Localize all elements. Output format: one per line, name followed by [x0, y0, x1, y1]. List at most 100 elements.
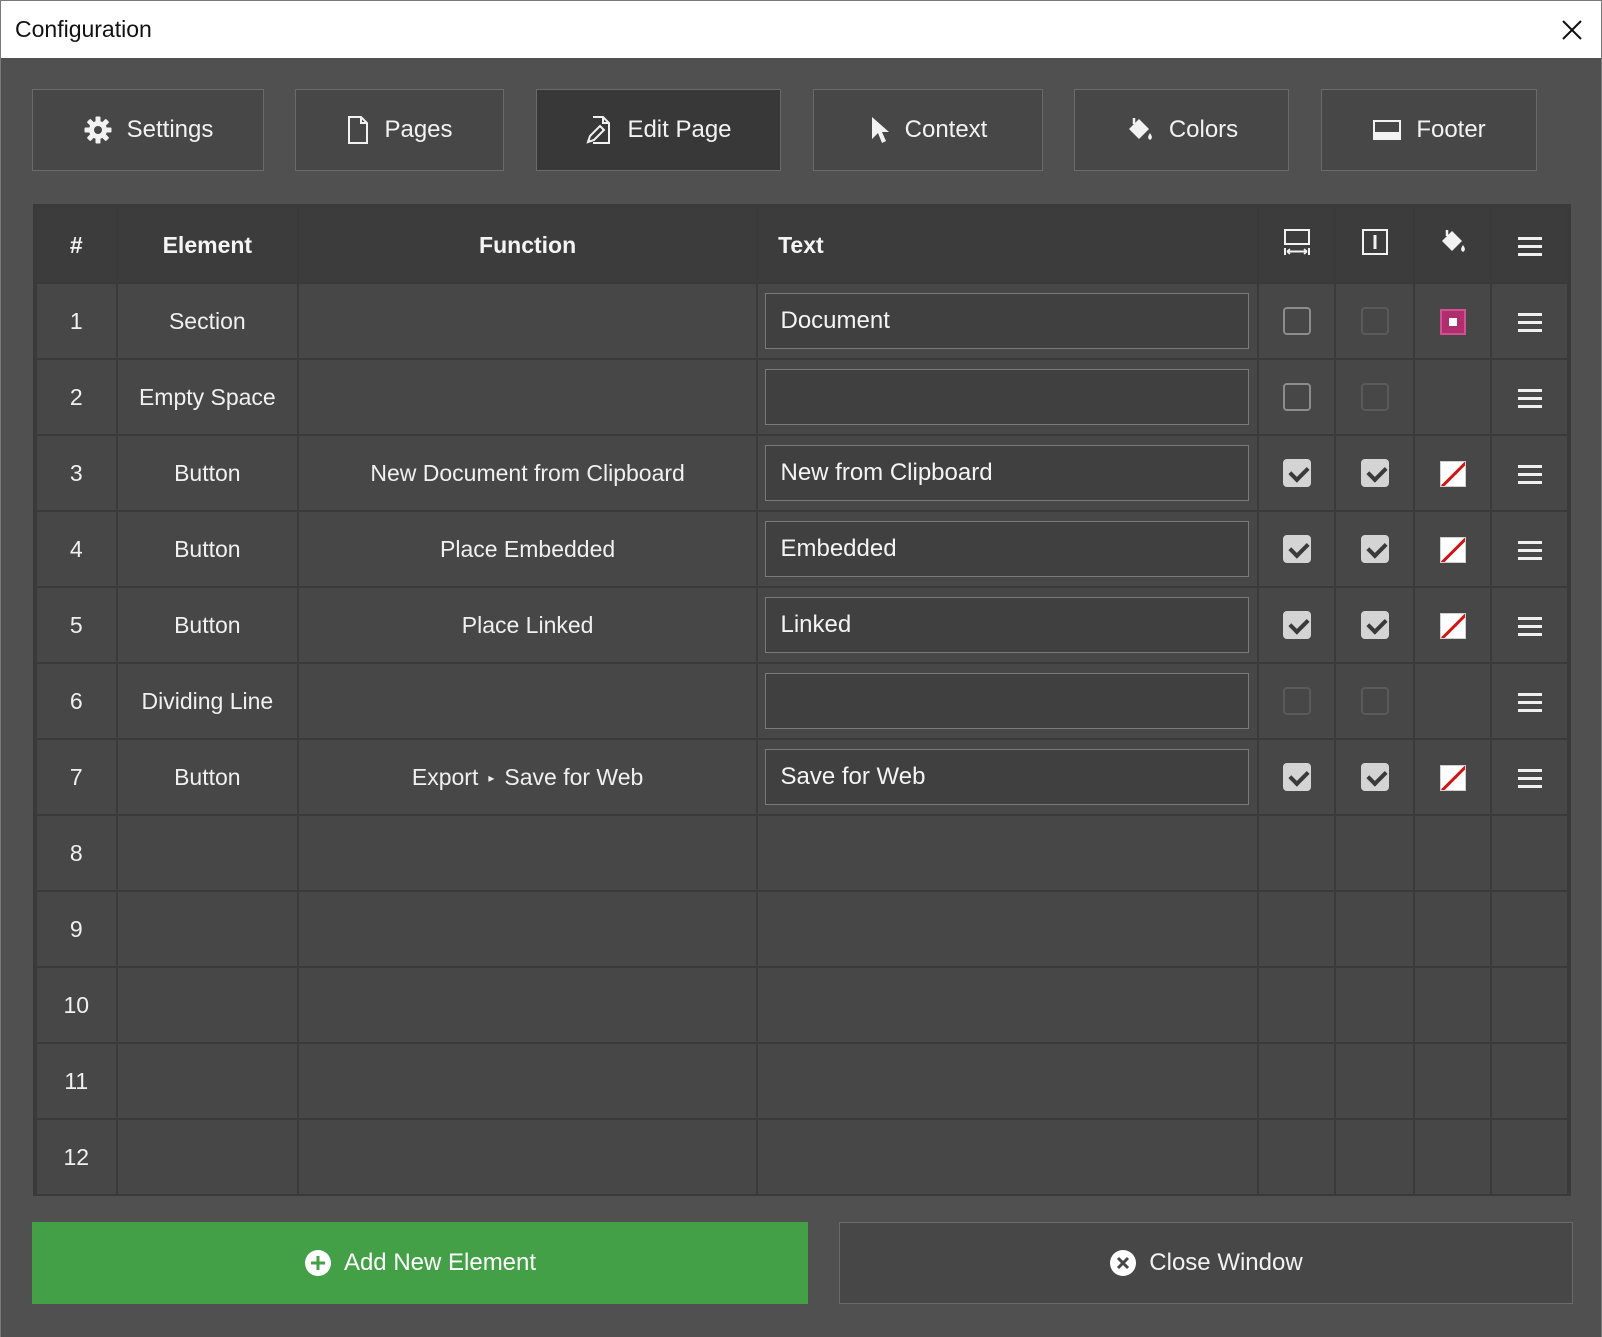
close-window-button[interactable]: Close Window	[839, 1222, 1573, 1304]
row-text-cell	[756, 662, 1259, 740]
row-menu-cell	[1490, 1118, 1569, 1196]
tab-settings[interactable]: Settings	[32, 89, 264, 171]
row-text-input[interactable]	[765, 673, 1250, 729]
row-text-input[interactable]	[765, 369, 1250, 425]
text-field-checkbox[interactable]	[1360, 535, 1389, 564]
full-width-checkbox[interactable]	[1282, 763, 1311, 792]
tab-label: Colors	[1168, 116, 1239, 143]
full-width-checkbox[interactable]	[1282, 383, 1311, 412]
row-text-field-cell	[1334, 434, 1415, 512]
tab-colors[interactable]: Colors	[1074, 89, 1289, 171]
row-color-cell	[1412, 814, 1493, 892]
row-color-cell	[1412, 738, 1493, 816]
row-number: 4	[35, 510, 118, 588]
gear-icon	[84, 116, 112, 144]
row-menu-cell	[1490, 966, 1569, 1044]
full-width-checkbox[interactable]	[1282, 611, 1311, 640]
row-text-input[interactable]	[765, 521, 1250, 577]
title-bar: Configuration	[0, 0, 1602, 58]
row-text-input[interactable]	[765, 597, 1250, 653]
row-text-cell	[756, 358, 1259, 436]
close-window-label: Close Window	[1149, 1249, 1303, 1276]
row-menu-icon[interactable]	[1517, 540, 1542, 560]
row-function: Export ▸ Save for Web	[297, 738, 759, 816]
row-full-width-cell	[1256, 1042, 1337, 1120]
row-full-width-cell	[1256, 282, 1337, 360]
full-width-checkbox[interactable]	[1282, 459, 1311, 488]
row-text-cell	[756, 814, 1259, 892]
table-row: 2 Empty Space	[35, 358, 1569, 436]
row-function	[297, 662, 759, 740]
row-full-width-cell	[1256, 738, 1337, 816]
row-menu-icon[interactable]	[1517, 768, 1542, 788]
tab-pages[interactable]: Pages	[295, 89, 504, 171]
full-width-checkbox[interactable]	[1282, 535, 1311, 564]
table-row: 12	[35, 1118, 1569, 1196]
text-field-checkbox	[1360, 383, 1389, 412]
row-function: New Document from Clipboard	[297, 434, 759, 512]
row-number: 3	[35, 434, 118, 512]
function-menu-part: Save for Web	[504, 763, 644, 790]
row-function	[297, 1042, 759, 1120]
table-row: 11	[35, 1042, 1569, 1120]
window-close-button[interactable]	[1543, 1, 1601, 59]
row-text-input[interactable]	[765, 293, 1250, 349]
tab-edit-page[interactable]: Edit Page	[536, 89, 781, 171]
row-number: 11	[35, 1042, 118, 1120]
row-number: 1	[35, 282, 118, 360]
table-row: 7 Button Export ▸ Save for Web	[35, 738, 1569, 816]
row-text-input[interactable]	[765, 445, 1250, 501]
row-menu-icon[interactable]	[1517, 616, 1542, 636]
table-row: 1 Section	[35, 282, 1569, 360]
row-number: 8	[35, 814, 118, 892]
tab-label: Settings	[126, 116, 214, 143]
row-text-cell	[756, 282, 1259, 360]
menu-arrow-icon: ▸	[488, 770, 495, 785]
no-color-swatch[interactable]	[1439, 536, 1466, 563]
row-function	[297, 814, 759, 892]
row-number: 2	[35, 358, 118, 436]
row-menu-icon[interactable]	[1517, 312, 1542, 332]
row-element-type: Button	[115, 738, 300, 816]
row-color-cell	[1412, 510, 1493, 588]
color-swatch[interactable]	[1439, 308, 1466, 335]
full-width-checkbox	[1282, 687, 1311, 716]
edit-page-icon	[586, 116, 611, 144]
header-function: Function	[297, 206, 759, 284]
row-text-field-cell	[1334, 1118, 1415, 1196]
text-field-checkbox	[1360, 687, 1389, 716]
add-new-element-button[interactable]: Add New Element	[32, 1222, 808, 1304]
paint-bucket-icon	[1128, 118, 1152, 140]
row-function	[297, 966, 759, 1044]
full-width-checkbox[interactable]	[1282, 307, 1311, 336]
text-field-checkbox[interactable]	[1360, 459, 1389, 488]
header-menu	[1490, 206, 1569, 284]
no-color-swatch[interactable]	[1439, 612, 1466, 639]
text-field-checkbox[interactable]	[1360, 611, 1389, 640]
table-row: 8	[35, 814, 1569, 892]
row-menu-cell	[1490, 738, 1569, 816]
tab-context[interactable]: Context	[813, 89, 1043, 171]
row-text-field-cell	[1334, 662, 1415, 740]
row-function	[297, 358, 759, 436]
row-function: Place Linked	[297, 586, 759, 664]
row-number: 12	[35, 1118, 118, 1196]
row-menu-icon[interactable]	[1517, 388, 1542, 408]
cursor-icon	[871, 117, 889, 143]
row-color-cell	[1412, 282, 1493, 360]
full-width-icon	[1283, 229, 1310, 255]
row-text-field-cell	[1334, 358, 1415, 436]
row-element-type: Empty Space	[115, 358, 300, 436]
row-menu-icon[interactable]	[1517, 464, 1542, 484]
row-color-cell	[1412, 662, 1493, 740]
tab-label: Edit Page	[627, 116, 732, 143]
text-field-checkbox[interactable]	[1360, 763, 1389, 792]
row-menu-icon[interactable]	[1517, 692, 1542, 712]
no-color-swatch[interactable]	[1439, 764, 1466, 791]
row-color-cell	[1412, 586, 1493, 664]
row-text-input[interactable]	[765, 749, 1250, 805]
tab-footer[interactable]: Footer	[1321, 89, 1537, 171]
close-icon	[1562, 19, 1582, 40]
no-color-swatch[interactable]	[1439, 460, 1466, 487]
row-menu-cell	[1490, 434, 1569, 512]
